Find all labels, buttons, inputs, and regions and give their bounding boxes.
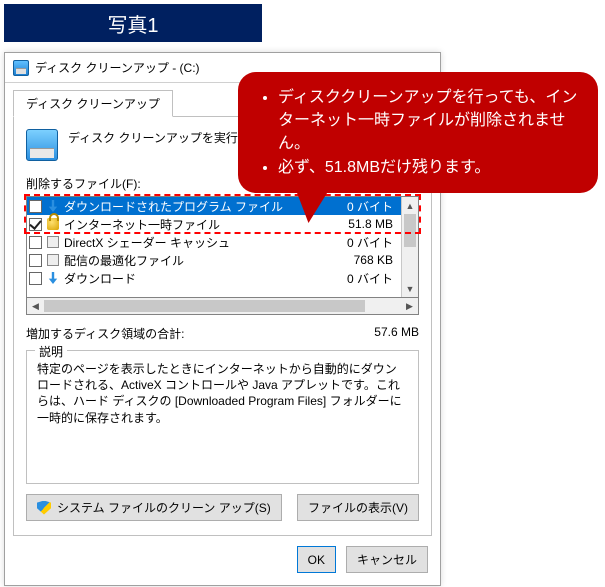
vertical-scrollbar[interactable]: ▲ ▼: [401, 197, 418, 297]
file-name: DirectX シェーダー キャッシュ: [64, 234, 333, 251]
button-label: ファイルの表示(V): [308, 499, 408, 516]
file-name: 配信の最適化ファイル: [64, 252, 333, 269]
drive-large-icon: [26, 129, 58, 161]
dialog-button-row: OK キャンセル: [5, 536, 440, 585]
panel-button-row: システム ファイルのクリーン アップ(S) ファイルの表示(V): [26, 494, 419, 521]
scroll-down-icon[interactable]: ▼: [402, 280, 418, 297]
checkbox[interactable]: [29, 254, 42, 267]
file-list-container: ダウンロードされたプログラム ファイル 0 バイト インターネット一時ファイル …: [26, 196, 419, 315]
file-icon: [47, 254, 59, 266]
total-gain-label: 増加するディスク領域の合計:: [26, 325, 339, 342]
file-size: 0 バイト: [337, 270, 397, 287]
list-item[interactable]: ダウンロード 0 バイト: [27, 269, 401, 287]
scroll-thumb[interactable]: [404, 214, 416, 247]
checkbox[interactable]: [29, 236, 42, 249]
window-title: ディスク クリーンアップ - (C:): [35, 59, 200, 76]
file-size: 0 バイト: [337, 198, 397, 215]
description-group-label: 説明: [35, 343, 67, 360]
total-gain-value: 57.6 MB: [339, 325, 419, 342]
callout-bullet: 必ず、51.8MBだけ残ります。: [278, 156, 580, 179]
file-size: 0 バイト: [337, 234, 397, 251]
ok-button[interactable]: OK: [297, 546, 336, 573]
horizontal-scrollbar[interactable]: ◀ ▶: [26, 298, 419, 315]
scroll-up-icon[interactable]: ▲: [402, 197, 418, 214]
tab-label: ディスク クリーンアップ: [26, 97, 160, 111]
description-text: 特定のページを表示したときにインターネットから自動的にダウンロードされる、Act…: [37, 361, 408, 471]
scroll-track[interactable]: [44, 298, 401, 314]
file-list-body: ダウンロードされたプログラム ファイル 0 バイト インターネット一時ファイル …: [27, 197, 401, 297]
list-item[interactable]: 配信の最適化ファイル 768 KB: [27, 251, 401, 269]
view-files-button[interactable]: ファイルの表示(V): [297, 494, 419, 521]
button-label: システム ファイルのクリーン アップ(S): [57, 499, 271, 516]
list-item[interactable]: インターネット一時ファイル 51.8 MB: [27, 215, 401, 233]
download-icon: [47, 200, 59, 212]
drive-icon: [13, 60, 29, 76]
file-size: 768 KB: [337, 253, 397, 267]
image-title: 写真1: [107, 9, 158, 38]
button-label: OK: [308, 553, 325, 567]
checkbox[interactable]: [29, 200, 42, 213]
cancel-button[interactable]: キャンセル: [346, 546, 428, 573]
image-title-banner: 写真1: [4, 4, 262, 42]
shield-icon: [37, 501, 51, 515]
scroll-thumb[interactable]: [44, 300, 365, 312]
button-label: キャンセル: [357, 551, 417, 568]
total-gain-row: 増加するディスク領域の合計: 57.6 MB: [26, 325, 419, 342]
callout-bullet: ディスククリーンアップを行っても、インターネット一時ファイルが削除されません。: [278, 86, 580, 156]
annotation-callout: ディスククリーンアップを行っても、インターネット一時ファイルが削除されません。 …: [238, 72, 598, 193]
checkbox[interactable]: [29, 272, 42, 285]
scroll-left-icon[interactable]: ◀: [27, 298, 44, 314]
checkbox[interactable]: [29, 218, 42, 231]
list-item[interactable]: DirectX シェーダー キャッシュ 0 バイト: [27, 233, 401, 251]
list-item[interactable]: ダウンロードされたプログラム ファイル 0 バイト: [27, 197, 401, 215]
file-name: ダウンロード: [64, 270, 333, 287]
scroll-right-icon[interactable]: ▶: [401, 298, 418, 314]
tab-disk-cleanup[interactable]: ディスク クリーンアップ: [13, 90, 173, 117]
download-icon: [47, 272, 59, 284]
file-list[interactable]: ダウンロードされたプログラム ファイル 0 バイト インターネット一時ファイル …: [26, 196, 419, 298]
file-size: 51.8 MB: [337, 217, 397, 231]
system-files-cleanup-button[interactable]: システム ファイルのクリーン アップ(S): [26, 494, 282, 521]
scroll-track[interactable]: [402, 214, 418, 280]
file-icon: [47, 236, 59, 248]
lock-icon: [47, 218, 59, 230]
description-group: 説明 特定のページを表示したときにインターネットから自動的にダウンロードされる、…: [26, 350, 419, 484]
